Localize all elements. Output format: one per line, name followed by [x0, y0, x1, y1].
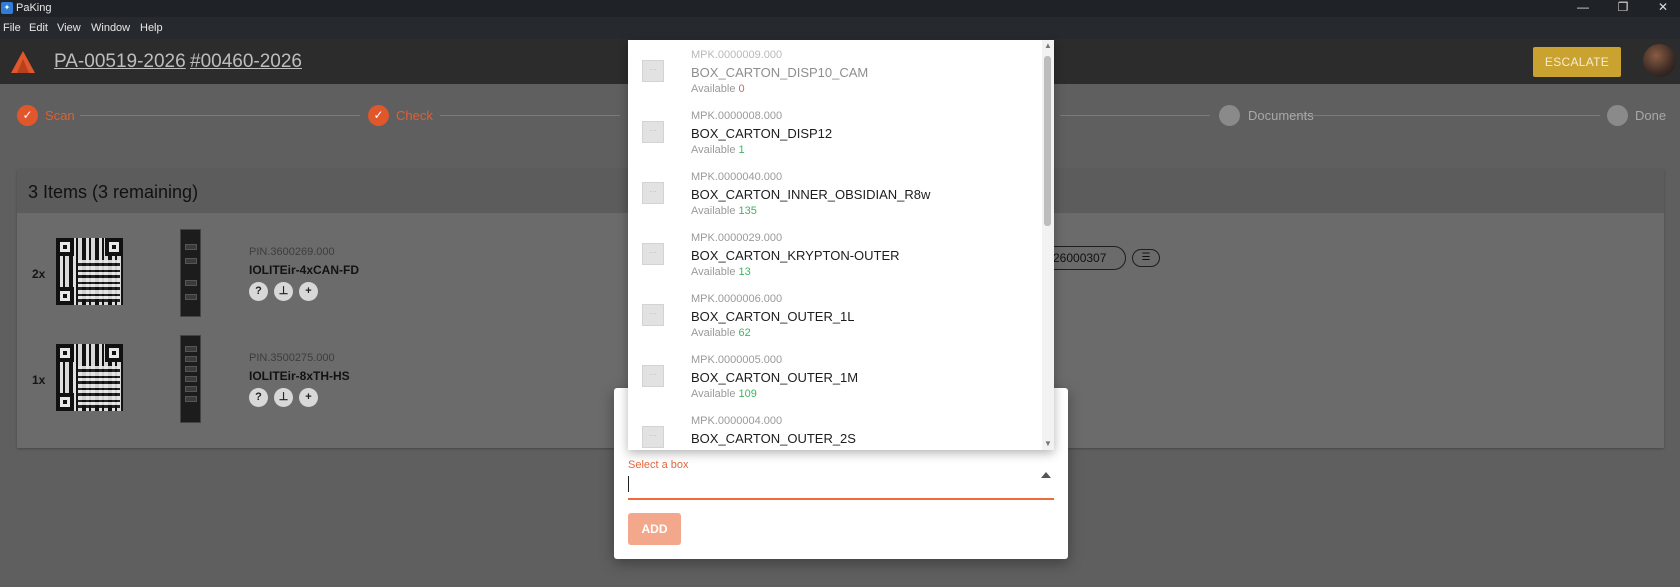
- dropdown-option[interactable]: ··· MPK.0000005.000 BOX_CARTON_OUTER_1M …: [628, 348, 1040, 409]
- option-available-count: 0: [738, 83, 745, 95]
- help-icon[interactable]: ?: [249, 388, 268, 407]
- box-thumbnail-icon: ···: [642, 304, 664, 326]
- close-icon[interactable]: ✕: [1646, 0, 1680, 17]
- box-select-label: Select a box: [628, 459, 689, 471]
- option-code: MPK.0000005.000: [691, 354, 783, 366]
- scroll-up-icon[interactable]: ▲: [1043, 41, 1053, 50]
- item-qr-code: [56, 344, 123, 411]
- option-availability: Available 13: [691, 266, 751, 278]
- box-thumbnail-icon: ···: [642, 121, 664, 143]
- menu-bar: File Edit View Window Help: [0, 17, 1680, 39]
- step-done-label[interactable]: Done: [1635, 108, 1666, 123]
- item-product-image: [180, 335, 201, 423]
- box-thumbnail-icon: ···: [642, 365, 664, 387]
- stepper-connector: [1060, 115, 1210, 116]
- hierarchy-icon[interactable]: ⊥: [274, 282, 293, 301]
- item-name: IOLITEir-4xCAN-FD: [249, 263, 360, 277]
- step-scan-label[interactable]: Scan: [45, 108, 75, 123]
- item-pin: PIN.3600269.000: [249, 246, 335, 258]
- option-code: MPK.0000029.000: [691, 232, 783, 244]
- dropdown-option[interactable]: ··· MPK.0000009.000 BOX_CARTON_DISP10_CA…: [628, 43, 1040, 104]
- item-name: IOLITEir-8xTH-HS: [249, 369, 350, 383]
- box-thumbnail-icon: ···: [642, 60, 664, 82]
- option-available-count: 109: [738, 388, 757, 400]
- escalate-button[interactable]: ESCALATE: [1533, 47, 1621, 77]
- option-available-count: 62: [738, 327, 751, 339]
- add-button[interactable]: ADD: [628, 513, 681, 545]
- menu-file[interactable]: File: [3, 22, 21, 34]
- box-select-underline: [628, 498, 1054, 500]
- items-card-title: 3 Items (3 remaining): [28, 182, 199, 202]
- option-name: BOX_CARTON_DISP10_CAM: [691, 65, 869, 80]
- add-icon[interactable]: +: [299, 282, 318, 301]
- box-thumbnail-icon: ···: [642, 243, 664, 265]
- dropdown-option[interactable]: ··· MPK.0000004.000 BOX_CARTON_OUTER_2S: [628, 409, 1040, 450]
- minimize-icon[interactable]: —: [1566, 0, 1600, 17]
- dropdown-option[interactable]: ··· MPK.0000040.000 BOX_CARTON_INNER_OBS…: [628, 165, 1040, 226]
- stepper-connector: [440, 115, 620, 116]
- scroll-down-icon[interactable]: ▼: [1043, 439, 1053, 448]
- order-number-link[interactable]: #00460-2026: [190, 51, 302, 73]
- step-check-check-icon: ✓: [368, 105, 389, 126]
- step-scan-check-icon: ✓: [17, 105, 38, 126]
- step-documents-icon: [1219, 105, 1240, 126]
- option-code: MPK.0000008.000: [691, 110, 783, 122]
- window-titlebar: ✦ PaKing — ❐ ✕: [0, 0, 1680, 17]
- option-name: BOX_CARTON_DISP12: [691, 126, 833, 141]
- option-available-count: 135: [738, 205, 757, 217]
- stepper-connector: [80, 115, 360, 116]
- list-icon[interactable]: ☰: [1132, 249, 1160, 267]
- app-brand-logo-icon: [11, 51, 35, 73]
- option-available-count: 13: [738, 266, 751, 278]
- item-pin: PIN.3500275.000: [249, 352, 335, 364]
- option-availability: Available 1: [691, 144, 745, 156]
- item-qty: 2x: [32, 267, 46, 281]
- option-name: BOX_CARTON_OUTER_1M: [691, 370, 859, 385]
- step-documents-label[interactable]: Documents: [1248, 108, 1314, 123]
- option-availability: Available 62: [691, 327, 751, 339]
- add-icon[interactable]: +: [299, 388, 318, 407]
- option-availability: Available 0: [691, 83, 745, 95]
- app-logo-icon: ✦: [1, 2, 13, 14]
- option-availability: Available 135: [691, 205, 757, 217]
- option-name: BOX_CARTON_OUTER_1L: [691, 309, 855, 324]
- dropdown-option[interactable]: ··· MPK.0000029.000 BOX_CARTON_KRYPTON-O…: [628, 226, 1040, 287]
- order-ref-link[interactable]: PA-00519-2026: [54, 51, 186, 73]
- option-code: MPK.0000040.000: [691, 171, 783, 183]
- box-thumbnail-icon: ···: [642, 426, 664, 448]
- menu-edit[interactable]: Edit: [29, 22, 48, 34]
- option-code: MPK.0000006.000: [691, 293, 783, 305]
- step-done-icon: [1607, 105, 1628, 126]
- dropdown-option[interactable]: ··· MPK.0000006.000 BOX_CARTON_OUTER_1L …: [628, 287, 1040, 348]
- option-name: BOX_CARTON_KRYPTON-OUTER: [691, 248, 900, 263]
- window-title: PaKing: [16, 2, 52, 14]
- dropdown-option[interactable]: ··· MPK.0000008.000 BOX_CARTON_DISP12 Av…: [628, 104, 1040, 165]
- menu-window[interactable]: Window: [91, 22, 130, 34]
- box-select-input[interactable]: [628, 476, 629, 492]
- option-code: MPK.0000004.000: [691, 415, 783, 427]
- item-qr-code: [56, 238, 123, 305]
- item-product-image: [180, 229, 201, 317]
- option-code: MPK.0000009.000: [691, 49, 783, 61]
- option-availability: Available 109: [691, 388, 757, 400]
- stepper-connector: [1290, 115, 1600, 116]
- caret-up-icon[interactable]: [1041, 472, 1051, 478]
- item-qty: 1x: [32, 373, 46, 387]
- option-name: BOX_CARTON_OUTER_2S: [691, 431, 856, 446]
- option-name: BOX_CARTON_INNER_OBSIDIAN_R8w: [691, 187, 931, 202]
- restore-icon[interactable]: ❐: [1606, 0, 1640, 17]
- menu-help[interactable]: Help: [140, 22, 163, 34]
- step-check-label[interactable]: Check: [396, 108, 433, 123]
- menu-view[interactable]: View: [57, 22, 81, 34]
- user-avatar[interactable]: [1643, 44, 1676, 77]
- box-select-dropdown[interactable]: ··· MPK.0000009.000 BOX_CARTON_DISP10_CA…: [628, 40, 1054, 450]
- hierarchy-icon[interactable]: ⊥: [274, 388, 293, 407]
- dropdown-scrollbar-thumb[interactable]: [1044, 56, 1051, 226]
- box-thumbnail-icon: ···: [642, 182, 664, 204]
- help-icon[interactable]: ?: [249, 282, 268, 301]
- option-available-count: 1: [738, 144, 745, 156]
